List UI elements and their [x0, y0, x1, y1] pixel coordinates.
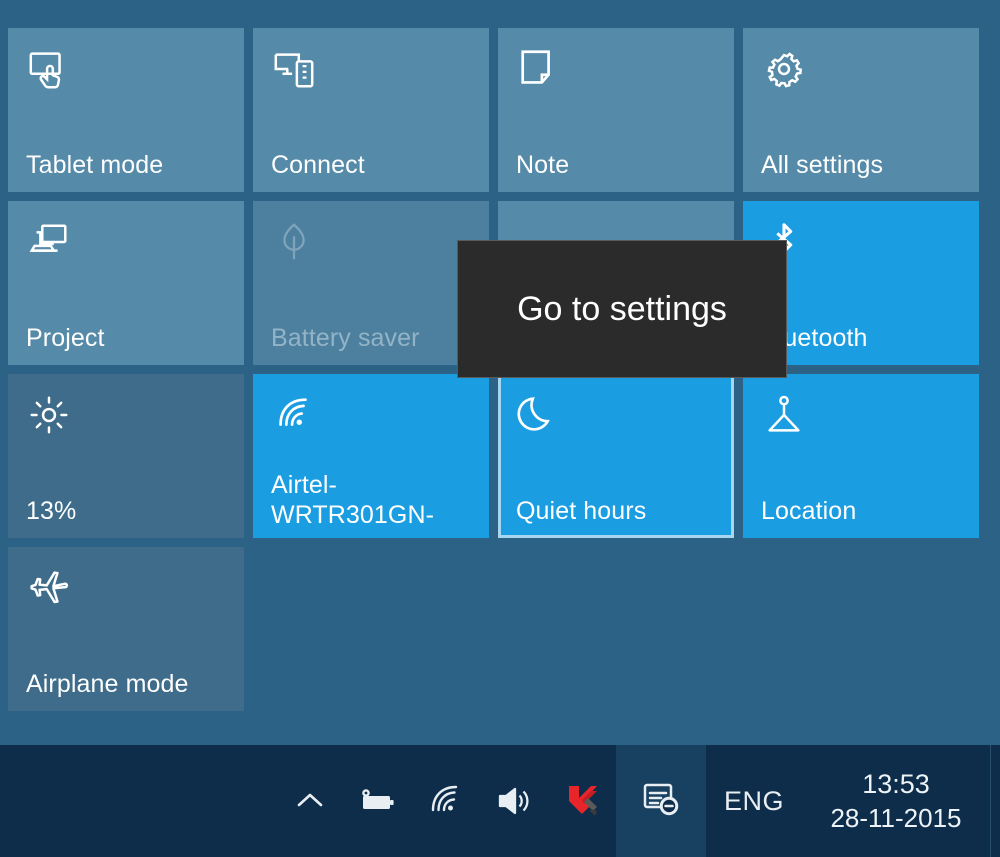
quick-action-label: Connect — [271, 151, 365, 179]
wifi-icon[interactable] — [412, 745, 480, 857]
action-center-icon — [638, 776, 684, 827]
tablet-mode-icon — [26, 46, 72, 92]
clock[interactable]: 13:53 28-11-2015 — [802, 745, 990, 857]
leaf-icon — [271, 219, 317, 265]
quick-action-label: Battery saver — [271, 324, 420, 352]
note-icon — [516, 46, 562, 92]
brightness-icon — [26, 392, 72, 438]
tooltip-text: Go to settings — [517, 290, 727, 328]
quick-action-label: Airplane mode — [26, 670, 189, 698]
quick-action-tile-brightness[interactable]: 13% — [8, 374, 244, 538]
quick-action-tile-note[interactable]: Note — [498, 28, 734, 192]
airplane-icon — [26, 565, 72, 611]
quick-action-label: All settings — [761, 151, 884, 179]
wifi-icon — [271, 392, 317, 438]
clock-date: 28-11-2015 — [830, 803, 962, 833]
gear-icon — [761, 46, 807, 92]
action-center-panel: Tablet mode Connect Note All settings Pr… — [0, 0, 1000, 745]
quick-action-label: 13% — [26, 497, 77, 525]
quick-action-label: Quiet hours — [516, 497, 647, 525]
language-indicator[interactable]: ENG — [706, 745, 802, 857]
moon-icon — [516, 392, 562, 438]
quick-action-tile-wifi[interactable]: Airtel-WRTR301GN- — [253, 374, 489, 538]
quick-action-tile-project[interactable]: Project — [8, 201, 244, 365]
quick-action-tile-airplane-mode[interactable]: Airplane mode — [8, 547, 244, 711]
quick-action-tile-tablet-mode[interactable]: Tablet mode — [8, 28, 244, 192]
show-hidden-icons-chevron-icon[interactable] — [276, 745, 344, 857]
taskbar: ENG 13:53 28-11-2015 — [0, 745, 1000, 857]
quick-action-tile-all-settings[interactable]: All settings — [743, 28, 979, 192]
quick-action-tile-quiet-hours[interactable]: Quiet hours — [498, 374, 734, 538]
quick-action-label: Project — [26, 324, 105, 352]
quick-action-label: Location — [761, 497, 857, 525]
project-icon — [26, 219, 72, 265]
show-desktop-button[interactable] — [990, 745, 1000, 857]
quick-action-tile-location[interactable]: Location — [743, 374, 979, 538]
system-tray — [276, 745, 616, 857]
quick-action-label: Airtel-WRTR301GN- — [271, 471, 435, 529]
kaspersky-icon[interactable] — [548, 745, 616, 857]
battery-charging-icon[interactable] — [344, 745, 412, 857]
quick-action-tile-connect[interactable]: Connect — [253, 28, 489, 192]
location-icon — [761, 392, 807, 438]
connect-icon — [271, 46, 317, 92]
volume-icon[interactable] — [480, 745, 548, 857]
language-label: ENG — [723, 785, 784, 816]
action-center-button[interactable] — [616, 745, 706, 857]
quick-action-label: Note — [516, 151, 570, 179]
clock-time: 13:53 — [862, 769, 930, 799]
quick-action-label: Tablet mode — [26, 151, 164, 179]
quick-action-label: Bluetooth — [761, 324, 868, 352]
tooltip-go-to-settings: Go to settings — [457, 240, 787, 378]
quick-action-tile-battery-saver[interactable]: Battery saver — [253, 201, 489, 365]
